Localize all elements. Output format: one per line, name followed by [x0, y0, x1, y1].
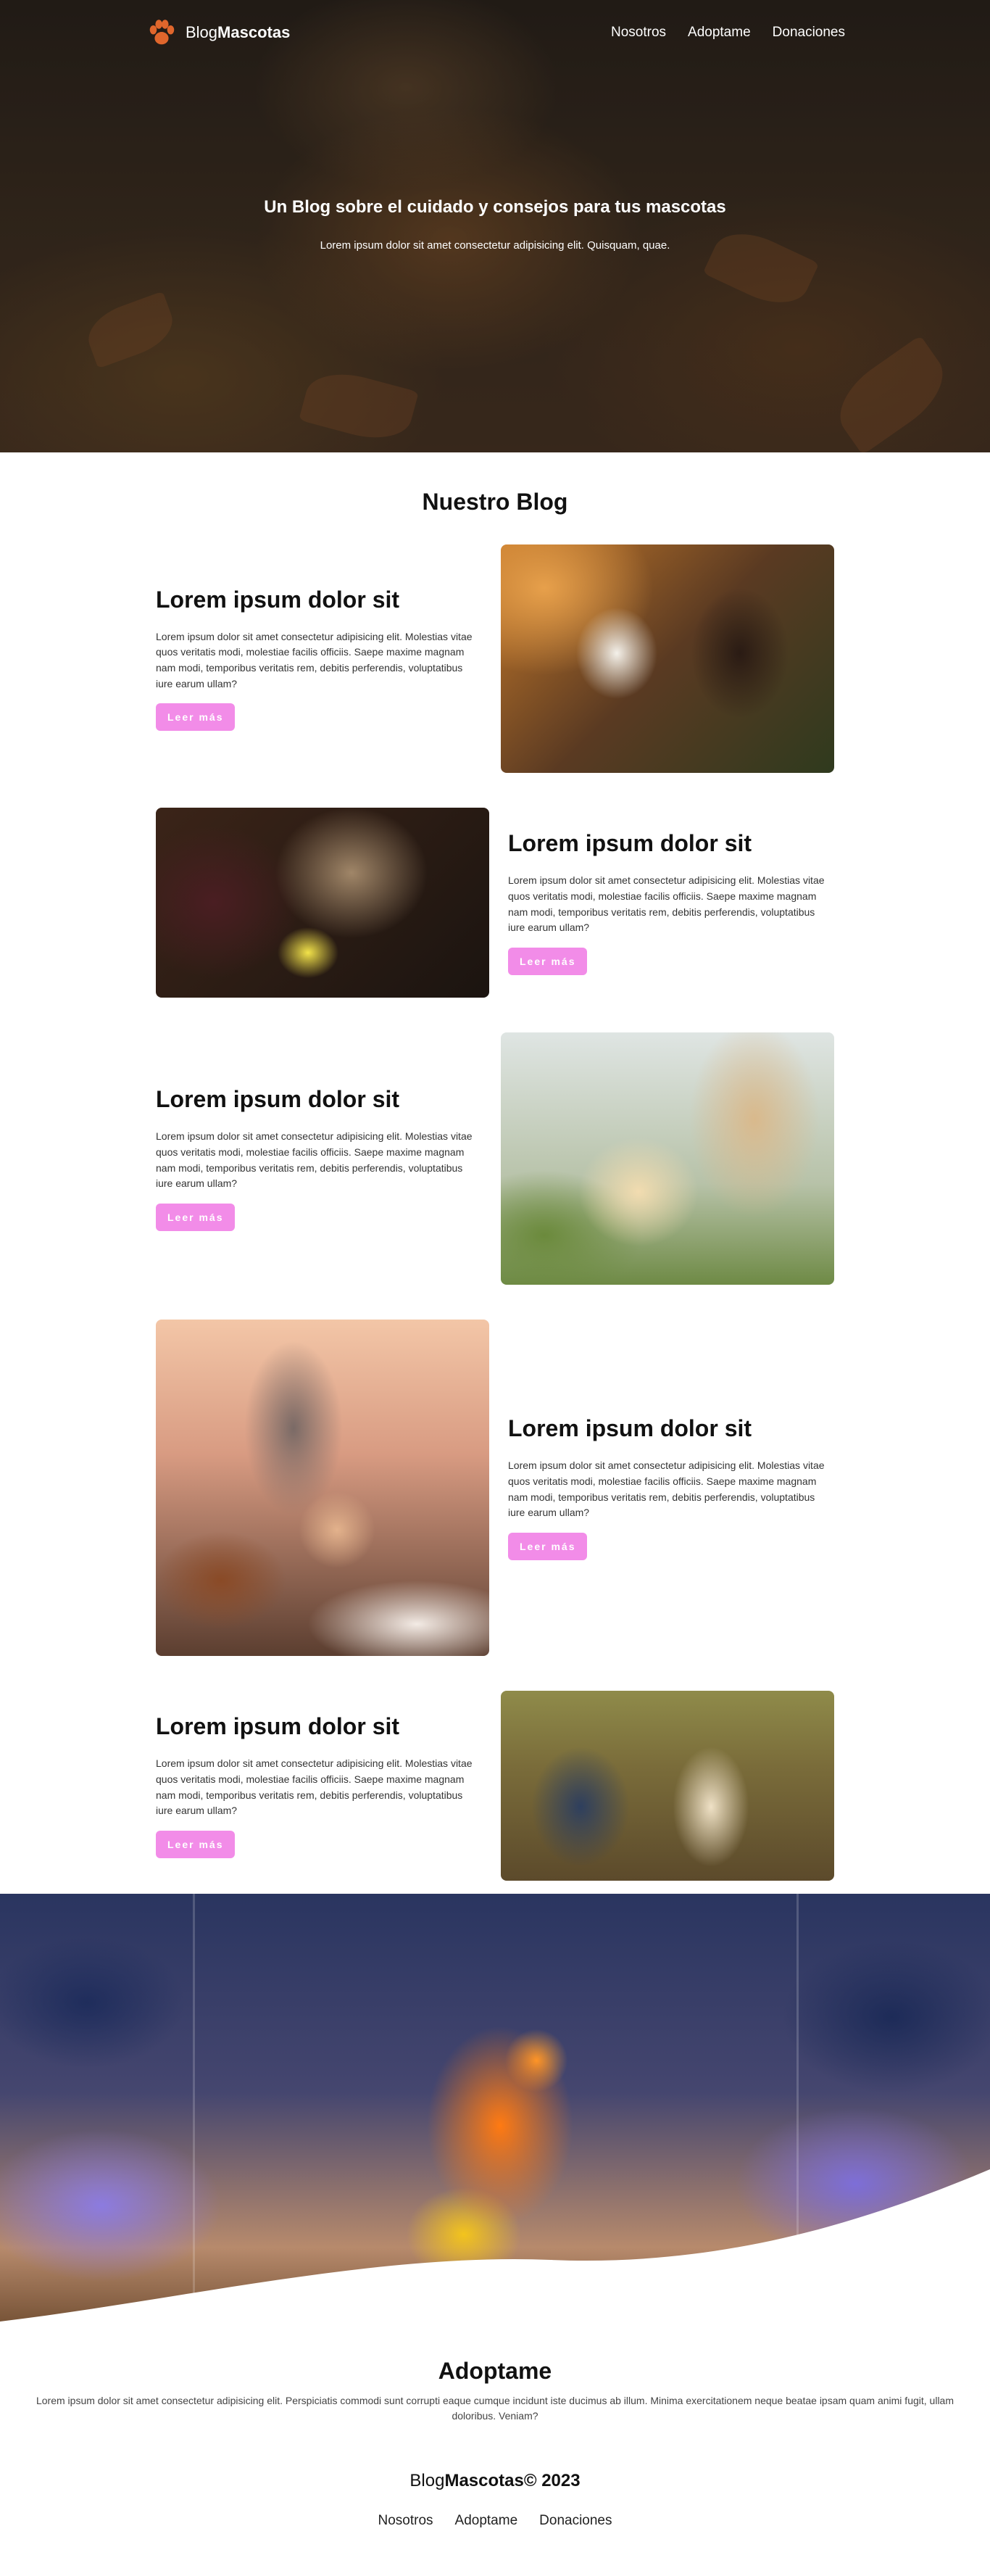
blog-post-image: [501, 544, 834, 773]
footer-nav: Nosotros Adoptame Donaciones: [0, 2513, 990, 2529]
blog-post-text: Lorem ipsum dolor sit Lorem ipsum dolor …: [156, 1713, 482, 1858]
adopt-title: Adoptame: [438, 2358, 552, 2384]
blog-title: Nuestro Blog: [422, 489, 568, 515]
read-more-button[interactable]: Leer más: [508, 1532, 588, 1560]
blog-post-image: [501, 1032, 834, 1285]
blog-post-excerpt: Lorem ipsum dolor sit amet consectetur a…: [508, 1459, 825, 1519]
site-logo[interactable]: BlogMascotas: [145, 16, 290, 49]
blog-post-text: Lorem ipsum dolor sit Lorem ipsum dolor …: [156, 1086, 482, 1231]
read-more-button[interactable]: Leer más: [508, 947, 588, 975]
footer-link-nosotros[interactable]: Nosotros: [378, 2513, 433, 2529]
blog-post-excerpt: Lorem ipsum dolor sit amet consectetur a…: [508, 874, 825, 934]
blog-post: Lorem ipsum dolor sit Lorem ipsum dolor …: [156, 808, 834, 998]
adopt-text: Lorem ipsum dolor sit amet consectetur a…: [36, 2395, 954, 2422]
blog-post-excerpt: Lorem ipsum dolor sit amet consectetur a…: [156, 630, 473, 689]
blog-section: Nuestro Blog Lorem ipsum dolor sit Lorem…: [0, 452, 990, 1881]
blog-post: Lorem ipsum dolor sit Lorem ipsum dolor …: [156, 1691, 834, 1881]
read-more-button[interactable]: Leer más: [156, 703, 236, 732]
blog-post-title: Lorem ipsum dolor sit: [508, 830, 752, 857]
logo-text: BlogMascotas: [186, 23, 290, 42]
footer-link-adoptame[interactable]: Adoptame: [455, 2513, 518, 2529]
paw-icon: [149, 20, 175, 45]
parrot-banner: [0, 1894, 990, 2336]
blog-post-title: Lorem ipsum dolor sit: [156, 1086, 400, 1113]
top-navigation: BlogMascotas Nosotros Adoptame Donacione…: [0, 0, 990, 65]
read-more-button[interactable]: Leer más: [156, 1830, 236, 1858]
read-more-button[interactable]: Leer más: [156, 1203, 236, 1231]
hero-section: BlogMascotas Nosotros Adoptame Donacione…: [0, 0, 990, 452]
footer-copyright: © 2023: [523, 2471, 581, 2490]
nav-link-adoptame[interactable]: Adoptame: [688, 25, 751, 41]
blog-post: Lorem ipsum dolor sit Lorem ipsum dolor …: [156, 544, 834, 773]
blog-post: Lorem ipsum dolor sit Lorem ipsum dolor …: [156, 1320, 834, 1656]
blog-post-excerpt: Lorem ipsum dolor sit amet consectetur a…: [156, 1757, 473, 1817]
banner-wave: [0, 2169, 990, 2336]
logo-text-regular: Blog: [186, 23, 218, 41]
blog-post-excerpt: Lorem ipsum dolor sit amet consectetur a…: [156, 1130, 473, 1190]
footer-brand-regular: Blog: [409, 2471, 445, 2490]
blog-post-image: [501, 1691, 834, 1881]
nav-link-donaciones[interactable]: Donaciones: [773, 25, 845, 41]
footer-brand-bold: Mascotas: [444, 2471, 524, 2490]
blog-post-image: [156, 808, 489, 998]
blog-post-title: Lorem ipsum dolor sit: [156, 1713, 400, 1740]
blog-post-title: Lorem ipsum dolor sit: [156, 586, 400, 613]
blog-post-text: Lorem ipsum dolor sit Lorem ipsum dolor …: [156, 587, 482, 732]
footer-brand: BlogMascotas© 2023: [0, 2471, 990, 2491]
hero-title: Un Blog sobre el cuidado y consejos para…: [264, 197, 726, 217]
hero-subtitle: Lorem ipsum dolor sit amet consectetur a…: [320, 239, 670, 252]
blog-post-title: Lorem ipsum dolor sit: [508, 1415, 752, 1442]
hero-text: Un Blog sobre el cuidado y consejos para…: [0, 197, 990, 252]
adopt-section: Adoptame Lorem ipsum dolor sit amet cons…: [0, 2336, 990, 2453]
blog-post-text: Lorem ipsum dolor sit Lorem ipsum dolor …: [508, 830, 834, 975]
nav-links: Nosotros Adoptame Donaciones: [611, 25, 845, 41]
logo-text-bold: Mascotas: [217, 23, 291, 41]
nav-link-nosotros[interactable]: Nosotros: [611, 25, 666, 41]
footer-link-donaciones[interactable]: Donaciones: [539, 2513, 612, 2529]
blog-post-image: [156, 1320, 489, 1656]
site-footer: BlogMascotas© 2023 Nosotros Adoptame Don…: [0, 2453, 990, 2551]
blog-post: Lorem ipsum dolor sit Lorem ipsum dolor …: [156, 1032, 834, 1285]
blog-post-text: Lorem ipsum dolor sit Lorem ipsum dolor …: [508, 1415, 834, 1560]
